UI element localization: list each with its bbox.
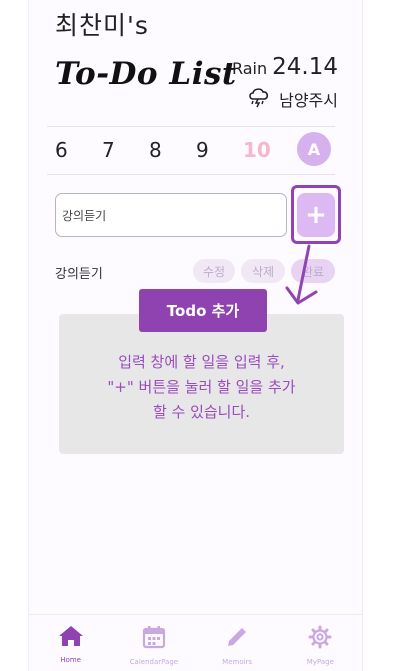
- gear-icon: [308, 625, 332, 653]
- tooltip-line: "+" 버튼을 눌러 할 일을 추가: [107, 378, 296, 396]
- tooltip-box: 입력 창에 할 일을 입력 후, "+" 버튼을 눌러 할 일을 추가 할 수 …: [59, 314, 344, 454]
- weather-widget: Rain 24.14 남양주시: [232, 54, 338, 112]
- delete-button[interactable]: 삭제: [241, 259, 285, 283]
- todo-input[interactable]: [55, 193, 287, 237]
- cloud-rain-icon: [247, 86, 271, 112]
- home-icon: [58, 625, 84, 651]
- add-button-highlight: [291, 185, 341, 244]
- weather-temperature: 24.14: [272, 54, 338, 80]
- done-button[interactable]: 완료: [291, 259, 335, 283]
- date-item-selected[interactable]: 10: [243, 138, 290, 162]
- tooltip-line: 할 수 있습니다.: [152, 403, 251, 421]
- app-title: To-Do List: [55, 56, 237, 92]
- date-item[interactable]: 7: [102, 138, 149, 162]
- date-item[interactable]: 6: [55, 138, 102, 162]
- weather-condition: Rain: [231, 59, 268, 78]
- app-screen: 최찬미's To-Do List Rain 24.14 남양주시 6 7 8 9…: [28, 0, 363, 671]
- nav-item-calendar[interactable]: CalendarPage: [112, 615, 195, 671]
- tooltip-label: Todo 추가: [139, 289, 267, 332]
- divider: [47, 126, 335, 127]
- nav-label: CalendarPage: [129, 658, 179, 666]
- nav-item-memoirs[interactable]: Memoirs: [196, 615, 279, 671]
- date-selector: 6 7 8 9 10: [55, 138, 335, 162]
- bottom-nav: Home CalendarPage Memoirs MyPage: [29, 614, 362, 671]
- tooltip-text: 입력 창에 할 일을 입력 후, "+" 버튼을 눌러 할 일을 추가 할 수 …: [59, 350, 344, 425]
- divider: [47, 174, 335, 175]
- date-item[interactable]: 8: [149, 138, 196, 162]
- pencil-icon: [225, 625, 249, 653]
- nav-label: Home: [60, 656, 81, 664]
- nav-item-mypage[interactable]: MyPage: [279, 615, 362, 671]
- date-item[interactable]: 9: [196, 138, 243, 162]
- calendar-icon: [142, 625, 166, 653]
- todo-text: 강의듣기: [55, 267, 103, 282]
- tooltip-line: 입력 창에 할 일을 입력 후,: [118, 353, 285, 371]
- owner-name: 최찬미's: [55, 11, 149, 40]
- avatar[interactable]: A: [297, 132, 331, 166]
- nav-item-home[interactable]: Home: [29, 615, 112, 671]
- edit-button[interactable]: 수정: [193, 259, 235, 283]
- nav-label: MyPage: [306, 658, 334, 666]
- nav-label: Memoirs: [222, 658, 253, 666]
- todo-item: 강의듣기 수정 삭제 완료: [55, 258, 345, 284]
- weather-location: 남양주시: [279, 91, 338, 110]
